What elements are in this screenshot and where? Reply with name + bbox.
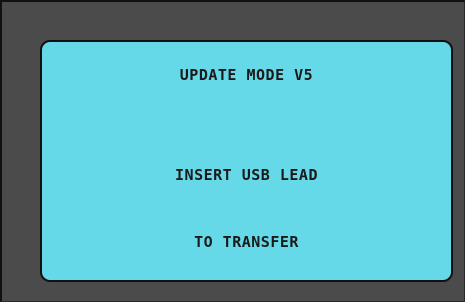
device-bezel: UPDATE MODE V5 INSERT USB LEAD TO TRANSF… — [0, 0, 465, 302]
instruction-line-2: TO TRANSFER — [194, 233, 299, 251]
instruction-line-1: INSERT USB LEAD — [175, 166, 318, 184]
mode-title: UPDATE MODE V5 — [179, 66, 314, 84]
lcd-screen: UPDATE MODE V5 INSERT USB LEAD TO TRANSF… — [40, 40, 453, 282]
